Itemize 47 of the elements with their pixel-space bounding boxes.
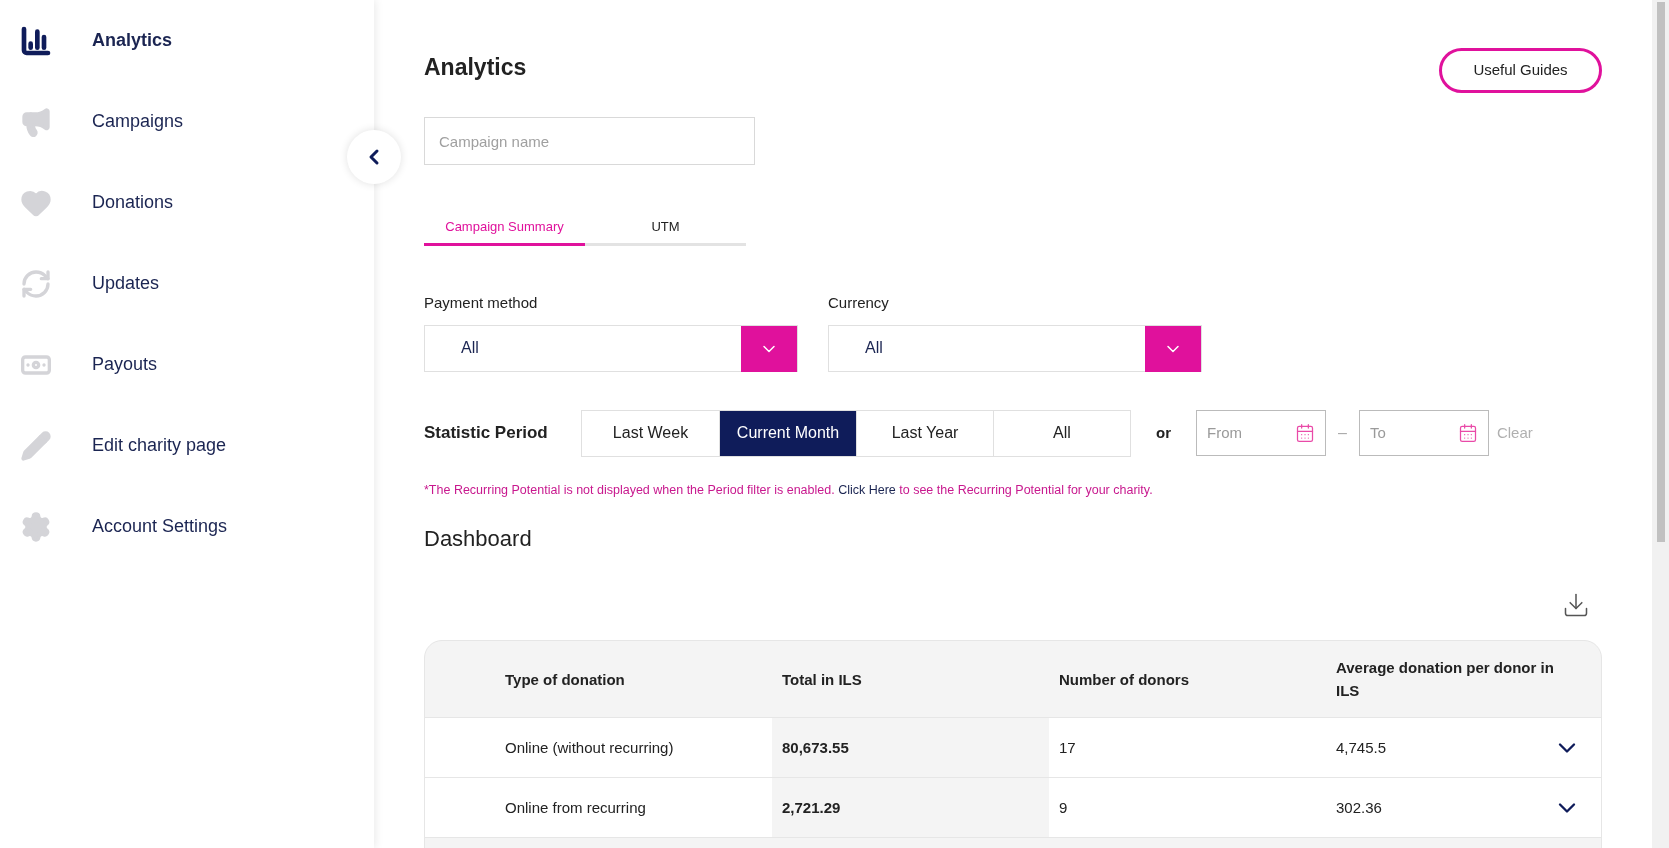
table-cell-text: 4,745.5 — [1336, 737, 1387, 758]
period-option[interactable]: Current Month — [719, 410, 856, 456]
collapse-sidebar-button[interactable] — [347, 130, 401, 184]
calendar-icon — [1295, 423, 1315, 443]
filter-label: Payment method — [424, 293, 539, 313]
tab[interactable]: UTM — [585, 211, 746, 246]
sidebar-item[interactable]: Account Settings — [0, 486, 238, 567]
dropdown-toggle[interactable] — [741, 325, 797, 372]
table-cell-text: 2,721.29 — [782, 797, 841, 818]
settings-icon — [20, 510, 52, 543]
sidebar-item[interactable]: Donations — [0, 162, 184, 243]
megaphone-icon — [20, 105, 52, 138]
tab[interactable]: Campaign Summary — [424, 211, 585, 246]
column-header: Number of donors — [1058, 669, 1190, 690]
table-cell-text: Online from recurring — [505, 797, 646, 818]
refresh-icon — [20, 267, 52, 300]
dropdown-toggle[interactable] — [1145, 325, 1201, 372]
dashboard-heading: Dashboard — [424, 525, 533, 554]
dropdown[interactable]: All — [828, 324, 1202, 372]
column-header: Total in ILS — [781, 669, 863, 690]
table-cell-text: 80,673.55 — [782, 737, 849, 758]
calendar-icon — [1457, 423, 1478, 443]
filter-label: Currency — [828, 293, 890, 313]
table-cell-text: 17 — [1059, 737, 1076, 758]
statistic-period-label: Statistic Period — [424, 422, 549, 445]
campaign-name-field[interactable]: Campaign name — [424, 117, 755, 165]
date-range-dash: – — [1338, 423, 1347, 443]
recurring-potential-note: *The Recurring Potential is not displayed when the Period filter is enabled. Click Here to see the Recurring Potential for your charity. — [424, 481, 1154, 499]
dropdown[interactable]: All — [424, 324, 798, 372]
click-here-link[interactable]: Click Here — [838, 482, 896, 497]
scrollbar[interactable] — [1652, 0, 1669, 848]
bar-chart-icon — [20, 24, 52, 57]
table-cell-text: 302.36 — [1336, 797, 1382, 818]
scrollbar-thumb[interactable] — [1656, 2, 1665, 542]
table-cell-text: Online (without recurring) — [505, 737, 674, 758]
column-header: Type of donation — [504, 669, 626, 690]
column-header: Average donation per donor in ILS — [1335, 658, 1555, 702]
sidebar-item[interactable]: Updates — [0, 243, 170, 324]
table-cell-text: 9 — [1059, 797, 1068, 818]
pencil-icon — [20, 429, 52, 462]
sidebar-item[interactable]: Edit charity page — [0, 405, 237, 486]
or-label: or — [1156, 422, 1171, 443]
sidebar-item[interactable]: Payouts — [0, 324, 168, 405]
sidebar-item[interactable]: Analytics — [0, 0, 183, 81]
useful-guides-button[interactable]: Useful Guides — [1439, 48, 1602, 93]
sidebar-item[interactable]: Campaigns — [0, 81, 194, 162]
page-title: Analytics — [424, 53, 527, 82]
